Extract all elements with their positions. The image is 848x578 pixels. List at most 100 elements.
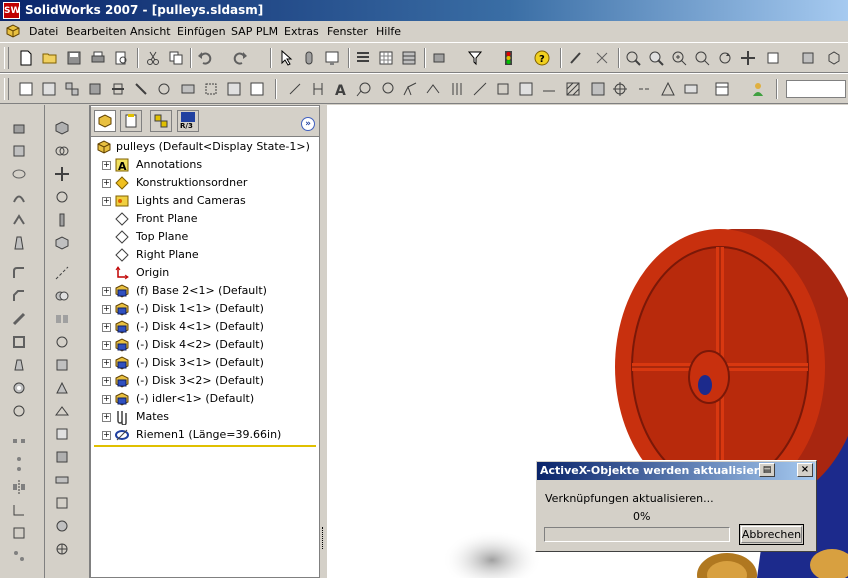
menu-extras[interactable]: Extras [284,25,319,38]
sketch-tool-icon[interactable] [568,50,584,66]
expand-plus-icon[interactable]: + [102,305,111,314]
layer-dropdown[interactable] [786,80,846,98]
sketch-vert-icon[interactable] [54,495,70,511]
simulation-icon[interactable] [54,472,70,488]
menu-fenster[interactable]: Fenster [327,25,368,38]
help-icon[interactable]: ? [534,50,550,66]
view-orientation-icon[interactable] [765,50,781,66]
cut-icon[interactable] [145,50,161,66]
zoom-in-out-icon[interactable] [671,50,687,66]
tree-item[interactable]: + (-) idler<1> (Default) [94,390,316,408]
tab-feature-manager[interactable] [94,110,116,132]
print-icon[interactable] [90,50,106,66]
surface-finish-icon[interactable] [402,81,418,97]
new-assembly-icon[interactable] [54,449,70,465]
assembly-features-icon[interactable] [54,380,70,396]
balloon-icon[interactable] [356,81,372,97]
expand-plus-icon[interactable]: + [102,377,111,386]
model-items-icon[interactable] [287,81,303,97]
shell-icon[interactable] [11,334,27,350]
tree-item[interactable]: + Riemen1 (Länge=39.66in) [94,426,316,444]
expand-plus-icon[interactable]: + [102,395,111,404]
smart-fasteners-icon[interactable] [54,212,70,228]
thread-icon[interactable] [11,235,27,251]
filter-select-icon[interactable] [467,50,483,66]
component-icon[interactable] [432,50,448,66]
draft-icon[interactable] [11,357,27,373]
menu-hilfe[interactable]: Hilfe [376,25,401,38]
block-icon[interactable] [590,81,606,97]
new-document-icon[interactable] [18,50,34,66]
options-icon[interactable] [324,50,340,66]
hole-callout-icon[interactable] [449,81,465,97]
projected-view-icon[interactable] [64,81,80,97]
tree-rollback-bar[interactable] [94,445,316,447]
expand-plus-icon[interactable]: + [102,179,111,188]
hatch-icon[interactable] [565,81,581,97]
fillet-icon[interactable] [11,265,27,281]
mate-icon[interactable] [54,143,70,159]
list-icon[interactable] [355,50,371,66]
area-hatch-icon[interactable] [683,81,699,97]
note-icon[interactable]: A [333,81,349,97]
move-component-icon[interactable] [54,166,70,182]
mirror-icon[interactable] [11,479,27,495]
panel-splitter[interactable] [320,105,327,578]
splitter-grip-icon[interactable] [322,527,326,549]
tree-item[interactable]: Front Plane [94,210,316,228]
menu-bearbeiten[interactable]: Bearbeiten [66,25,126,38]
drawing-sheet-icon[interactable] [18,81,34,97]
view-cube-icon[interactable] [826,50,842,66]
tree-item[interactable]: + (-) Disk 3<2> (Default) [94,372,316,390]
toolbar-grip[interactable] [4,47,9,69]
tab-property-manager[interactable] [120,110,142,132]
smart-dimension-icon[interactable] [594,50,610,66]
zoom-selection-icon[interactable] [694,50,710,66]
datum-feature-icon[interactable] [495,81,511,97]
expand-plus-icon[interactable]: + [102,359,111,368]
expand-plus-icon[interactable]: + [102,161,111,170]
tree-root[interactable]: pulleys (Default<Display State-1>) [94,138,316,156]
toolbar-grip[interactable] [4,78,9,100]
centerline-icon[interactable] [637,81,653,97]
extrude-boss-icon[interactable] [11,120,27,136]
component-pattern-icon[interactable] [54,541,70,557]
expand-plus-icon[interactable]: + [102,287,111,296]
solidworks-logo-icon[interactable]: SW [3,2,20,19]
center-mark-icon[interactable] [612,81,628,97]
print-preview-icon[interactable] [113,50,129,66]
expand-plus-icon[interactable]: + [102,197,111,206]
tree-item[interactable]: + Konstruktionsordner [94,174,316,192]
aligned-section-icon[interactable] [133,81,149,97]
rib-icon[interactable] [11,311,27,327]
revolve-icon[interactable] [11,166,27,182]
explode-line-icon[interactable] [54,265,70,281]
toolbox-icon[interactable] [54,518,70,534]
rebuild-icon[interactable] [301,50,317,66]
sweep-icon[interactable] [11,189,27,205]
hole-icon[interactable] [11,380,27,396]
view-palette-icon[interactable] [249,81,265,97]
reference-geometry-icon[interactable] [54,403,70,419]
interference-icon[interactable] [54,288,70,304]
auto-balloon-icon[interactable] [379,81,395,97]
section-view-icon[interactable] [110,81,126,97]
assembly-visualization-icon[interactable] [54,357,70,373]
crop-view-icon[interactable] [203,81,219,97]
rotate-view-icon[interactable] [717,50,733,66]
curve-pattern-icon[interactable] [11,502,27,518]
tree-item[interactable]: + A Annotations [94,156,316,174]
clearance-icon[interactable] [54,311,70,327]
display-style-icon[interactable] [800,50,816,66]
dimension-icon[interactable] [310,81,326,97]
save-icon[interactable] [66,50,82,66]
tree-item[interactable]: + (-) Disk 4<2> (Default) [94,336,316,354]
rotate-component-icon[interactable] [54,189,70,205]
multi-jog-leader-icon[interactable] [541,81,557,97]
weld-symbol-icon[interactable] [425,81,441,97]
extrude-cut-icon[interactable] [11,143,27,159]
menu-einfuegen[interactable]: Einfügen [177,25,226,38]
model-view-icon[interactable] [41,81,57,97]
linear-pattern-icon[interactable] [11,433,27,449]
geometric-tolerance-icon[interactable] [472,81,488,97]
